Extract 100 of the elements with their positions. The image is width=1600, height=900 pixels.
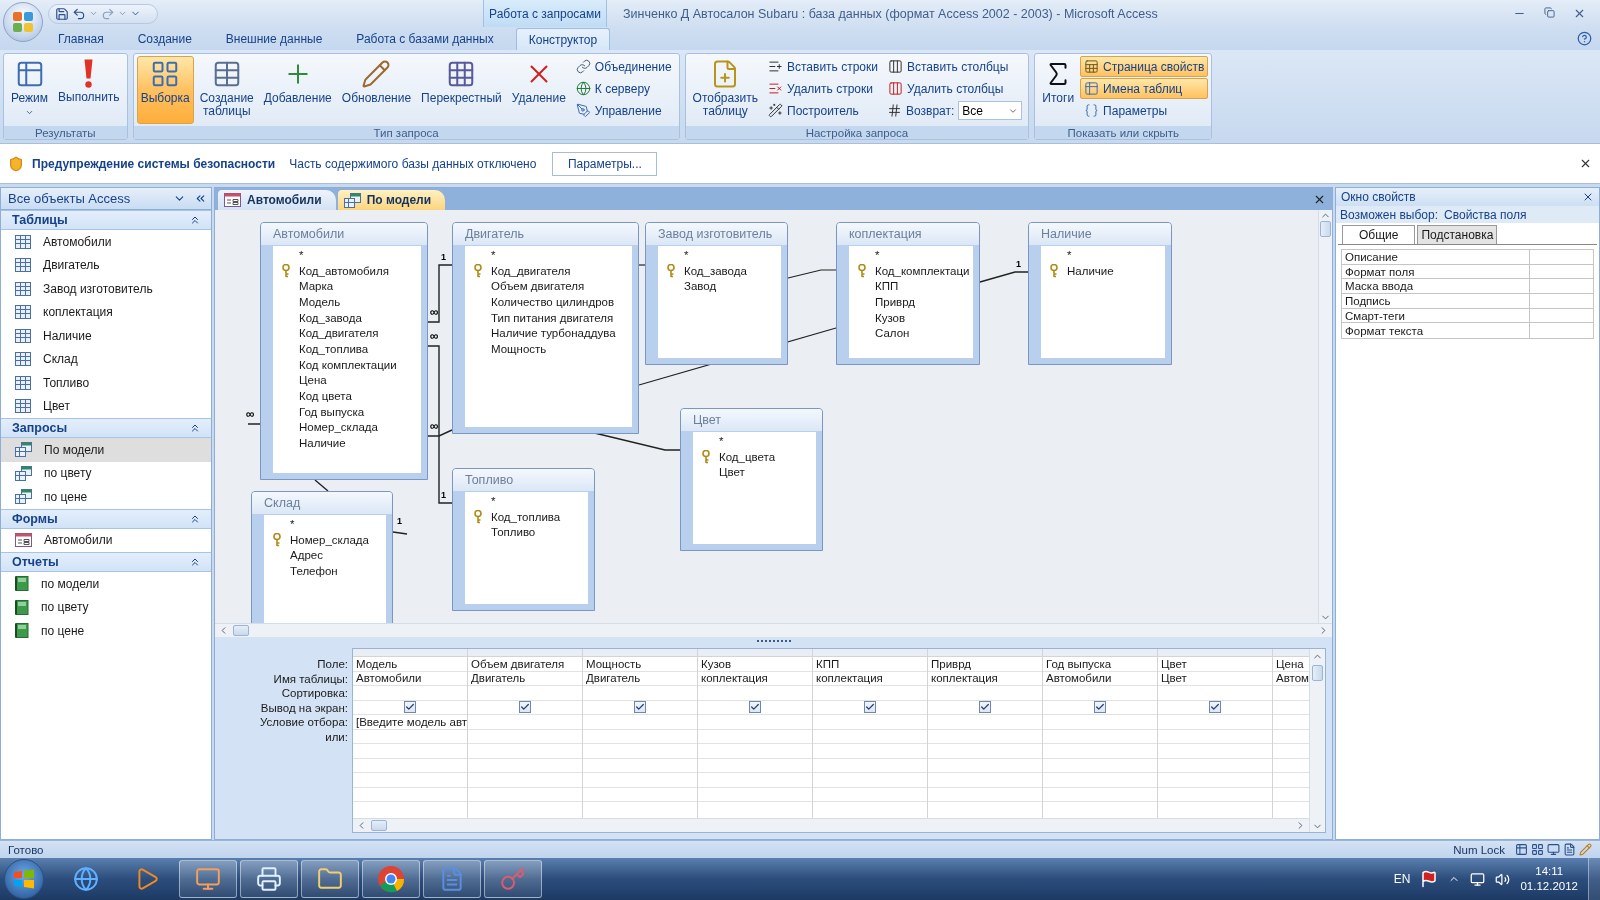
field-name[interactable]: Модель <box>299 295 341 308</box>
field-name[interactable]: * <box>684 248 689 261</box>
show-checkbox[interactable] <box>1094 701 1106 714</box>
show-desktop-button[interactable] <box>1588 858 1600 900</box>
redo-icon[interactable] <box>101 6 115 21</box>
horizontal-scrollbar[interactable] <box>215 623 1332 637</box>
grid-cell[interactable]: Объем двигателя <box>468 657 582 672</box>
ribbon-button[interactable]: Добавление <box>259 56 336 124</box>
grid-cell[interactable]: Цвет <box>1158 657 1272 672</box>
field-name[interactable]: * <box>491 248 496 261</box>
field-name[interactable]: Код_топлива <box>299 342 369 355</box>
ribbon-tab[interactable]: Создание <box>125 28 204 50</box>
document-tab[interactable]: Автомобили <box>218 190 336 210</box>
ribbon-button[interactable]: Построитель <box>764 100 882 121</box>
field-name[interactable]: Код_двигателя <box>299 327 379 340</box>
field-name[interactable]: Наличие <box>299 437 346 450</box>
collapse-icon[interactable] <box>194 192 207 205</box>
show-checkbox[interactable] <box>749 701 761 714</box>
horizontal-scrollbar[interactable] <box>353 818 1309 832</box>
property-tab[interactable]: Общие <box>1342 225 1416 244</box>
field-name[interactable]: * <box>491 494 496 507</box>
field-name[interactable]: Марка <box>299 280 334 293</box>
field-name[interactable]: Цена <box>299 374 327 387</box>
help-icon[interactable] <box>1577 31 1592 46</box>
ribbon-button[interactable]: Управление <box>571 100 676 121</box>
property-name[interactable]: Формат поля <box>1342 264 1530 279</box>
pivot-view-icon[interactable] <box>1531 843 1544 856</box>
ribbon-button[interactable]: Вставить строки <box>764 56 882 77</box>
field-name[interactable]: Кузов <box>875 311 906 324</box>
ribbon-button[interactable]: Удаление <box>507 56 570 124</box>
show-checkbox[interactable] <box>634 701 646 714</box>
property-name[interactable]: Смарт-теги <box>1342 308 1530 323</box>
start-button[interactable] <box>4 859 44 899</box>
field-name[interactable]: Код_завода <box>684 264 747 277</box>
grid-cell[interactable]: Приврд <box>928 657 1042 672</box>
table-window[interactable]: Цвет * Код_цвета Цвет <box>680 408 823 551</box>
grid-cell[interactable]: КПП <box>813 657 927 672</box>
grid-cell[interactable]: [Введите модель авт <box>353 715 467 730</box>
grid-cell[interactable]: Двигатель <box>583 671 697 686</box>
field-name[interactable]: Объем двигателя <box>491 280 585 293</box>
field-name[interactable]: Код_топлива <box>491 510 561 523</box>
show-checkbox[interactable] <box>979 701 991 714</box>
field-name[interactable]: Салон <box>875 327 910 340</box>
taskbar-app[interactable] <box>423 860 481 898</box>
scroll-thumb[interactable] <box>1312 665 1323 681</box>
vertical-scrollbar[interactable] <box>1309 649 1325 832</box>
ribbon-button[interactable]: Создание таблицы <box>195 56 258 124</box>
field-name[interactable]: Количество цилиндров <box>491 295 615 308</box>
scroll-thumb[interactable] <box>233 625 249 636</box>
flag-icon[interactable] <box>1420 870 1439 888</box>
ribbon-tab[interactable]: Работа с базами данных <box>344 28 506 50</box>
grid-cell[interactable]: Год выпуска <box>1043 657 1157 672</box>
field-name[interactable]: Приврд <box>875 295 916 308</box>
table-window[interactable]: Завод изготовитель * Код_завода Завод <box>645 222 788 365</box>
nav-group-header[interactable]: Отчеты <box>1 552 211 572</box>
ribbon-button[interactable]: Обновление <box>337 56 416 124</box>
grid-cell[interactable]: Автомобили <box>1043 671 1157 686</box>
grid-cell[interactable]: Кузов <box>698 657 812 672</box>
ribbon-button[interactable]: Объединение <box>571 56 676 77</box>
datasheet-view-icon[interactable] <box>1515 843 1528 856</box>
vertical-scrollbar[interactable] <box>1318 210 1332 623</box>
field-name[interactable]: * <box>290 517 295 530</box>
field-name[interactable]: Топливо <box>491 526 536 539</box>
ribbon-button[interactable]: Удалить столбцы <box>884 78 1026 99</box>
field-name[interactable]: Код комплектации <box>299 358 397 371</box>
office-button[interactable] <box>3 2 43 42</box>
ribbon-button[interactable]: Имена таблиц <box>1080 78 1209 99</box>
table-window[interactable]: коплектация * Код_комплектаци КПП Приврд Кузов Салон <box>836 222 980 365</box>
ribbon-tab[interactable]: Внешние данные <box>213 28 335 50</box>
field-name[interactable]: Мощность <box>491 342 547 355</box>
clock[interactable]: 14:11 01.12.2012 <box>1520 864 1578 894</box>
caret-icon[interactable] <box>89 9 98 18</box>
sql-view-icon[interactable] <box>1563 843 1576 856</box>
grid-cell[interactable]: Двигатель <box>468 671 582 686</box>
field-name[interactable]: Код_двигателя <box>491 264 571 277</box>
return-combo[interactable]: Все <box>958 101 1023 120</box>
table-window[interactable]: Склад * Номер_склада Адрес Телефон <box>251 491 393 623</box>
taskbar-app[interactable] <box>179 860 237 898</box>
grid-cell[interactable]: коплектация <box>928 671 1042 686</box>
scroll-thumb[interactable] <box>1320 221 1331 237</box>
field-name[interactable]: Телефон <box>290 564 338 577</box>
ribbon-button[interactable]: Страница свойств <box>1080 56 1209 77</box>
undo-icon[interactable] <box>72 6 86 21</box>
ribbon-button[interactable]: Выполнить <box>54 56 124 124</box>
close-icon[interactable] <box>1579 157 1592 170</box>
save-icon[interactable] <box>55 6 69 21</box>
field-name[interactable]: Тип питания двигателя <box>491 311 614 324</box>
field-name[interactable]: Наличие турбонаддува <box>491 327 616 340</box>
field-name[interactable]: * <box>875 248 880 261</box>
field-name[interactable]: * <box>1067 248 1072 261</box>
property-name[interactable]: Маска ввода <box>1342 279 1530 294</box>
restore-icon[interactable] <box>1544 7 1555 18</box>
close-icon[interactable] <box>1573 7 1586 20</box>
field-name[interactable]: Код_автомобиля <box>299 264 389 277</box>
field-name[interactable]: Номер_склада <box>290 533 369 546</box>
close-icon[interactable] <box>1582 191 1594 203</box>
ribbon-button[interactable]: Выборка <box>136 56 194 124</box>
chart-view-icon[interactable] <box>1547 843 1560 856</box>
document-tab[interactable]: По модели <box>337 190 446 210</box>
field-name[interactable]: Код_завода <box>299 311 362 324</box>
